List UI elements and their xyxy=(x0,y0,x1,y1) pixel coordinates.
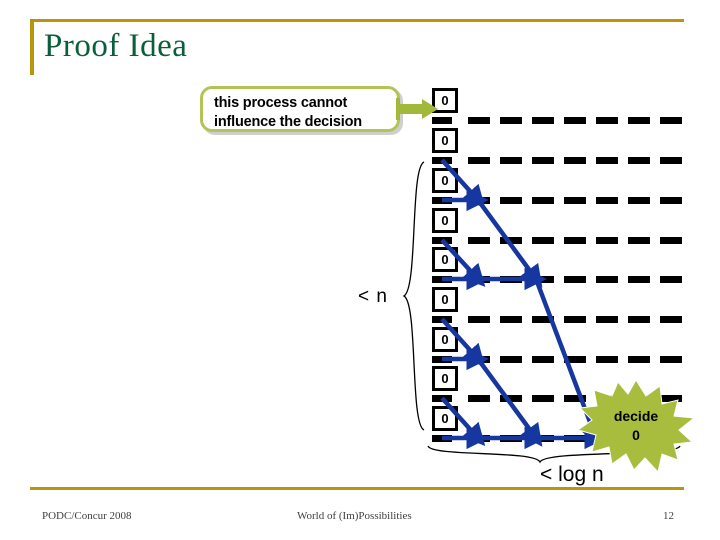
timeline-dash xyxy=(468,197,490,204)
footer-page-number: 12 xyxy=(663,510,674,522)
timeline-dash xyxy=(468,435,490,442)
timeline-dash xyxy=(660,157,682,164)
process-box-7: 0 xyxy=(432,327,458,352)
timeline-dash xyxy=(596,157,618,164)
timeline-dash xyxy=(468,316,490,323)
timeline-dash xyxy=(628,356,650,363)
timeline-dash xyxy=(432,435,452,442)
timeline-dash xyxy=(660,117,682,124)
timeline-dash xyxy=(532,435,554,442)
timeline-dash xyxy=(532,197,554,204)
timeline-dash xyxy=(500,435,522,442)
annotation-callout: this process cannot influence the decisi… xyxy=(200,86,400,132)
timeline-dash xyxy=(628,237,650,244)
timeline-dash xyxy=(532,117,554,124)
decide-burst-shape xyxy=(578,380,694,472)
timeline-dash xyxy=(564,197,586,204)
process-timeline-4 xyxy=(432,237,684,244)
timeline-dash xyxy=(532,316,554,323)
timeline-dash xyxy=(564,276,586,283)
timeline-dash xyxy=(500,395,522,402)
timeline-dash xyxy=(500,237,522,244)
timeline-dash xyxy=(468,237,490,244)
timeline-dash xyxy=(564,316,586,323)
timeline-dash xyxy=(468,395,490,402)
process-box-3: 0 xyxy=(432,168,458,193)
timeline-dash xyxy=(628,157,650,164)
slide-canvas: Proof Idea 000000000 this process cannot… xyxy=(0,0,720,540)
process-timeline-5 xyxy=(432,276,684,283)
timeline-dash xyxy=(500,197,522,204)
timeline-dash xyxy=(628,316,650,323)
timeline-dash xyxy=(564,157,586,164)
footer-center: World of (Im)Possibilities xyxy=(297,510,412,522)
timeline-dash xyxy=(468,157,490,164)
timeline-dash xyxy=(532,356,554,363)
timeline-dash xyxy=(532,237,554,244)
timeline-dash xyxy=(596,356,618,363)
timeline-dash xyxy=(660,356,682,363)
timeline-dash xyxy=(596,117,618,124)
timeline-dash xyxy=(596,316,618,323)
process-timeline-7 xyxy=(432,356,684,363)
timeline-dash xyxy=(628,197,650,204)
page-title: Proof Idea xyxy=(44,28,188,64)
timeline-dash xyxy=(432,395,452,402)
timeline-dash xyxy=(468,356,490,363)
callout-arrow-icon xyxy=(396,98,438,120)
process-box-2: 0 xyxy=(432,128,458,153)
callout-line-1: this process cannot xyxy=(214,95,348,111)
timeline-dash xyxy=(500,276,522,283)
timeline-dash xyxy=(628,117,650,124)
timeline-dash xyxy=(660,316,682,323)
process-timeline-1 xyxy=(432,117,684,124)
timeline-dash xyxy=(596,197,618,204)
process-box-5: 0 xyxy=(432,247,458,272)
process-box-9: 0 xyxy=(432,406,458,431)
vertical-brace xyxy=(402,161,425,431)
timeline-dash xyxy=(500,316,522,323)
timeline-dash xyxy=(432,157,452,164)
footer-rule xyxy=(30,487,684,490)
annotation-callout-text: this process cannot influence the decisi… xyxy=(214,94,396,132)
timeline-dash xyxy=(660,197,682,204)
timeline-dash xyxy=(596,276,618,283)
callout-line-2: influence the decision xyxy=(214,114,362,130)
timeline-dash xyxy=(660,276,682,283)
label-less-than-n: < n xyxy=(358,286,388,307)
timeline-dash xyxy=(564,356,586,363)
process-box-8: 0 xyxy=(432,366,458,391)
timeline-dash xyxy=(628,276,650,283)
timeline-dash xyxy=(468,117,490,124)
process-box-4: 0 xyxy=(432,208,458,233)
footer-left: PODC/Concur 2008 xyxy=(42,510,132,522)
timeline-dash xyxy=(468,276,490,283)
title-top-rule xyxy=(30,19,684,22)
timeline-dash xyxy=(432,276,452,283)
timeline-dash xyxy=(532,395,554,402)
process-timeline-2 xyxy=(432,157,684,164)
timeline-dash xyxy=(432,197,452,204)
timeline-dash xyxy=(432,356,452,363)
process-timeline-6 xyxy=(432,316,684,323)
process-timeline-3 xyxy=(432,197,684,204)
timeline-dash xyxy=(532,276,554,283)
timeline-dash xyxy=(660,237,682,244)
timeline-dash xyxy=(432,237,452,244)
timeline-dash xyxy=(564,117,586,124)
title-left-bar xyxy=(30,19,34,75)
timeline-dash xyxy=(564,237,586,244)
timeline-dash xyxy=(500,117,522,124)
timeline-dash xyxy=(500,157,522,164)
timeline-dash xyxy=(500,356,522,363)
timeline-dash xyxy=(532,157,554,164)
timeline-dash xyxy=(596,237,618,244)
process-box-6: 0 xyxy=(432,287,458,312)
timeline-dash xyxy=(432,316,452,323)
